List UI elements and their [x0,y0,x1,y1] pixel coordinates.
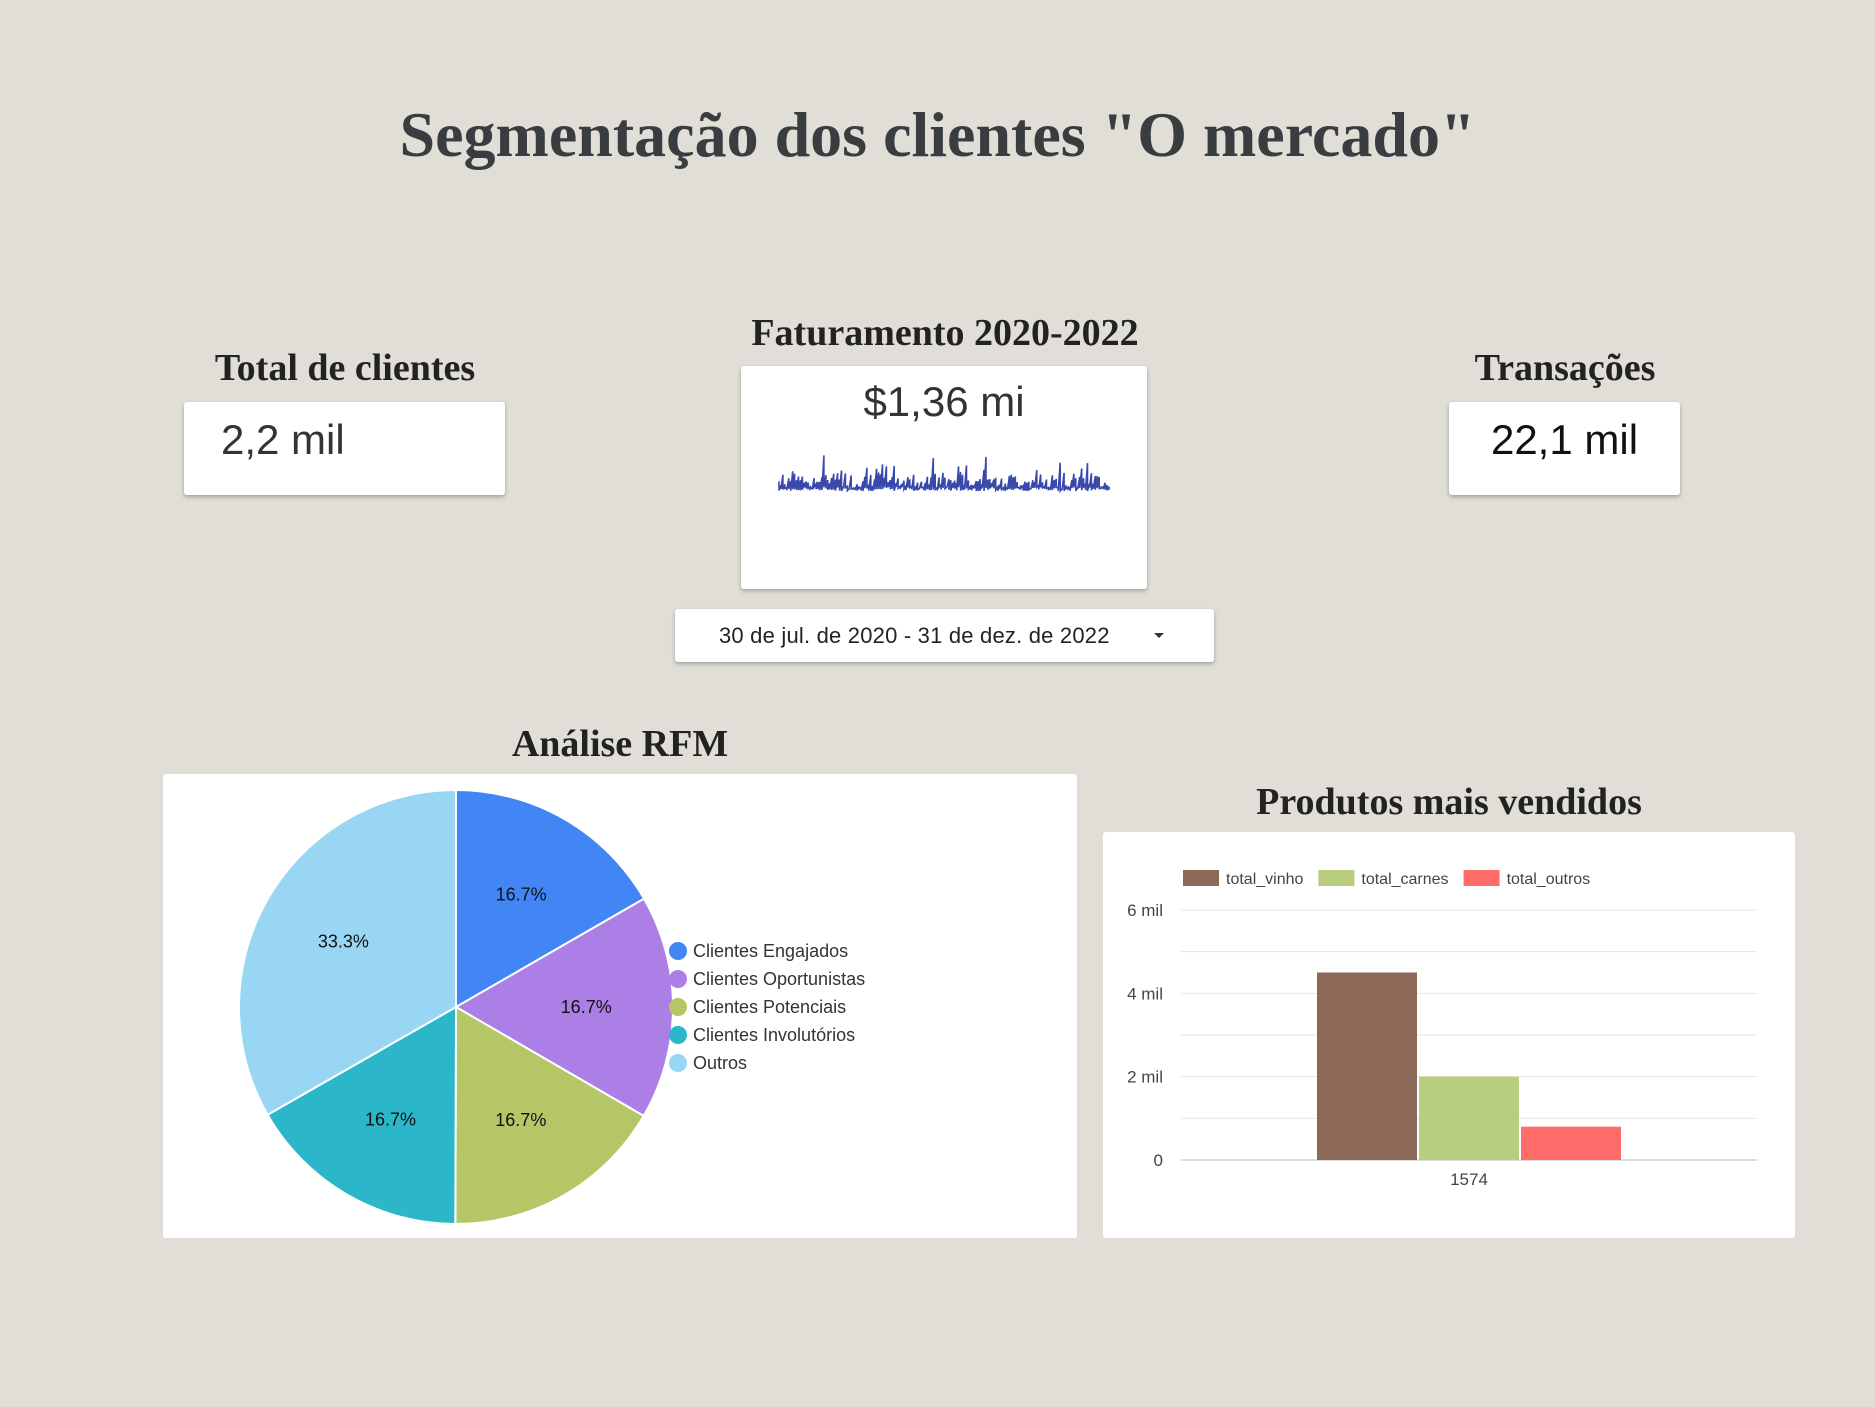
pie-value-label: 33.3% [318,932,369,952]
legend-swatch [1463,870,1500,886]
produtos-card: 0 2 mil 4 mil 6 mil 1574 total_vinho total_car… [1103,832,1795,1238]
legend-label: total_outros [1507,871,1591,888]
pie-value-label: 16.7% [495,1110,546,1130]
legend-swatch [669,998,687,1016]
pie-value-label: 16.7% [496,884,547,904]
legend-swatch [669,970,687,988]
clientes-value: 2,2 mil [221,416,345,463]
legend-label: Outros [693,1053,747,1073]
legend-label: Clientes Potenciais [693,997,846,1017]
sparkline-series [778,455,1110,494]
rfm-title: Análise RFM [511,723,729,765]
page-title: Segmentação dos clientes "O mercado" [399,99,1476,170]
legend-label: Clientes Involutórios [693,1025,855,1045]
pie-value-label: 16.7% [561,997,612,1017]
rfm-pie-chart: 16.7% 16.7% 16.7% 16.7% 33.3% Clientes Engaja… [238,788,865,1226]
legend-label: Clientes Oportunistas [693,969,865,989]
faturamento-sparkline [778,455,1110,494]
bar-total_carnes[interactable] [1419,1076,1519,1160]
date-range-label: 30 de jul. de 2020 - 31 de dez. de 2022 [719,623,1110,648]
date-range-picker[interactable]: 30 de jul. de 2020 - 31 de dez. de 2022 [675,609,1214,662]
legend-swatch [669,1026,687,1044]
y-tick-label: 4 mil [1127,984,1163,1003]
chevron-down-icon[interactable] [1154,633,1164,638]
y-tick-label: 2 mil [1127,1068,1163,1087]
legend-label: total_vinho [1226,871,1303,888]
y-tick-label: 0 [1154,1151,1163,1170]
x-tick-label: 1574 [1450,1170,1488,1189]
rfm-card: 16.7% 16.7% 16.7% 16.7% 33.3% Clientes Engaja… [163,774,1077,1238]
transacoes-title: Transações [1474,347,1656,389]
legend-label: Clientes Engajados [693,941,848,961]
legend-swatch [1183,870,1219,886]
transacoes-value: 22,1 mil [1490,416,1639,463]
clientes-title: Total de clientes [214,347,476,389]
legend-swatch [1318,870,1355,886]
legend-swatch [669,1054,687,1072]
bar-total_outros[interactable] [1521,1126,1621,1160]
pie-value-label: 16.7% [365,1110,416,1130]
faturamento-card: $1,36 mi [741,366,1147,589]
y-tick-label: 6 mil [1127,901,1163,920]
clientes-card: 2,2 mil [184,402,505,495]
transacoes-card: 22,1 mil [1449,402,1680,495]
produtos-title: Produtos mais vendidos [1256,781,1642,823]
bar-total_vinho[interactable] [1317,972,1417,1161]
faturamento-title: Faturamento 2020-2022 [751,312,1139,354]
legend-label: total_carnes [1361,871,1448,888]
legend-swatch [669,942,687,960]
produtos-bar-chart: 0 2 mil 4 mil 6 mil 1574 total_vinho total_car… [1127,870,1757,1189]
